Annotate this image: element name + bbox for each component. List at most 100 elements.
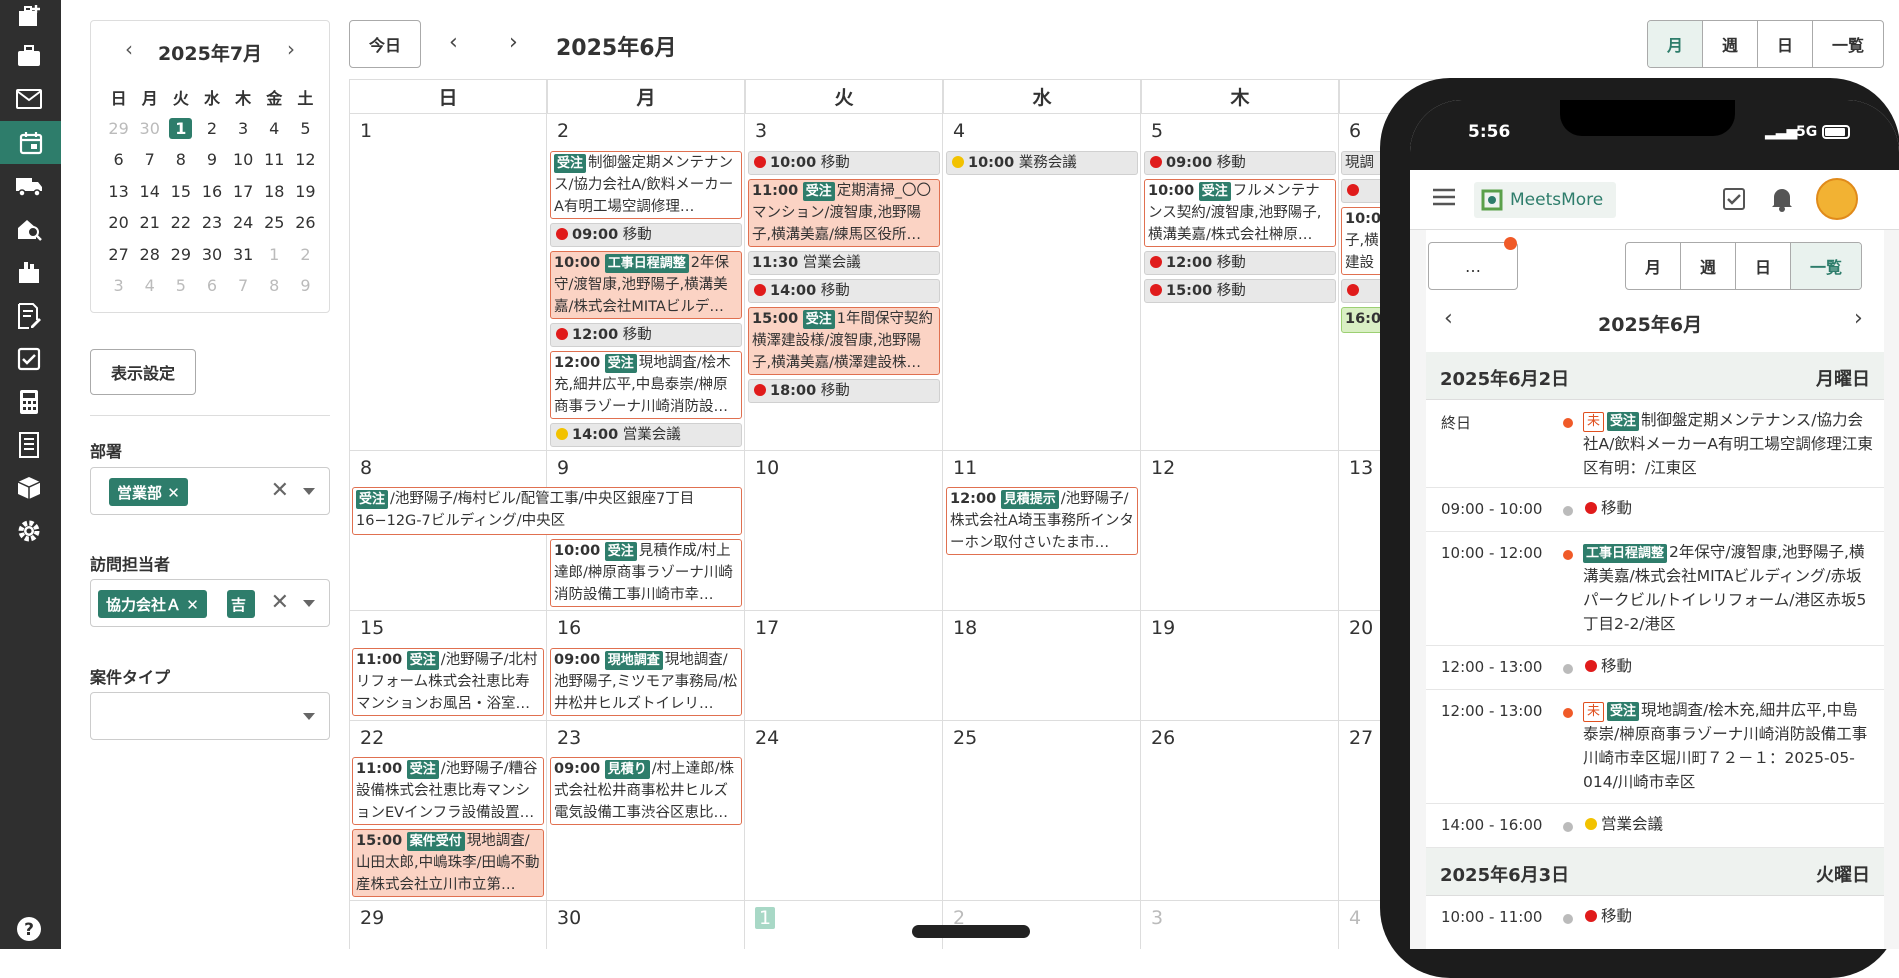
mini-day[interactable]: 18 (259, 176, 290, 208)
truck-icon[interactable] (13, 170, 45, 202)
invoice-icon[interactable] (13, 429, 45, 461)
mini-day[interactable]: 7 (134, 144, 165, 176)
mini-day[interactable]: 31 (228, 239, 259, 271)
day-cell[interactable]: 30 (547, 901, 745, 949)
calendar-event[interactable]: 11:30 営業会議 (748, 251, 940, 275)
phone-event-row[interactable]: 12:00 - 13:00 未受注 現地調査/桧木充,細井広平,中島泰崇/榊原商事ラ… (1426, 690, 1884, 804)
survey-search-icon[interactable] (13, 213, 45, 245)
mini-next-button[interactable]: › (287, 37, 295, 61)
mini-day[interactable]: 23 (196, 207, 227, 239)
calendar-event[interactable]: 12:00 移動 (1144, 251, 1336, 275)
calendar-event[interactable]: 11:00 受注 定期清掃_〇〇マンション/渡智康,池野陽子,横溝美嘉/練馬区役所… (748, 179, 940, 247)
avatar[interactable] (1816, 178, 1858, 220)
view-week-button[interactable]: 週 (1703, 21, 1758, 67)
mini-day[interactable]: 29 (103, 113, 134, 145)
day-cell[interactable]: 1 (745, 901, 943, 949)
package-icon[interactable] (13, 472, 45, 504)
calendar-event[interactable]: 12:00 見積提示/池野陽子/株式会社A埼玉事務所インターホン取付さいたま市… (946, 487, 1138, 555)
mini-day[interactable]: 22 (165, 207, 196, 239)
next-month-button[interactable]: › (509, 30, 518, 55)
mini-day[interactable]: 4 (259, 113, 290, 145)
mini-day[interactable]: 24 (228, 207, 259, 239)
phone-next-button[interactable]: › (1854, 306, 1863, 331)
visitor-chip[interactable]: 協力会社Ａ ✕ (98, 590, 207, 618)
gear-icon[interactable] (13, 515, 45, 547)
bell-icon[interactable] (1770, 186, 1794, 216)
phone-event-row[interactable]: 終日未受注 制御盤定期メンテナンス/協力会社A/飲料メーカーA有明工場空調修理江東… (1426, 400, 1884, 488)
mail-icon[interactable] (13, 83, 45, 115)
mini-day[interactable]: 7 (228, 270, 259, 302)
mini-day[interactable]: 2 (290, 239, 321, 271)
mini-day[interactable]: 13 (103, 176, 134, 208)
calendar-event[interactable]: 10:00 工事日程調整 2年保守/渡智康,池野陽子,横溝美嘉/株式会社MITAビ… (550, 251, 742, 319)
department-select[interactable]: 営業部 ✕ ✕ (90, 467, 330, 515)
day-cell[interactable]: 19 (1141, 611, 1339, 721)
today-button[interactable]: 今日 (349, 20, 421, 68)
phone-event-row[interactable]: 10:00 - 12:00 工事日程調整 2年保守/渡智康,池野陽子,横溝美嘉/株式… (1426, 532, 1884, 646)
day-cell[interactable]: 1 (349, 114, 547, 451)
chevron-down-icon[interactable] (303, 600, 315, 607)
mini-day[interactable]: 30 (134, 113, 165, 145)
mini-day[interactable]: 25 (259, 207, 290, 239)
hamburger-menu-icon[interactable] (1432, 188, 1456, 210)
mini-day[interactable]: 19 (290, 176, 321, 208)
mini-day[interactable]: 8 (165, 144, 196, 176)
mini-day[interactable]: 1 (259, 239, 290, 271)
clear-icon[interactable]: ✕ (271, 478, 289, 503)
mini-day[interactable]: 20 (103, 207, 134, 239)
department-chip[interactable]: 営業部 ✕ (109, 478, 188, 506)
mini-day[interactable]: 3 (103, 270, 134, 302)
calendar-event[interactable]: 15:00 受注 1年間保守契約横澤建設様/渡智康,池野陽子,横溝美嘉/横澤建設株… (748, 307, 940, 375)
phone-event-row[interactable]: 09:00 - 10:00 移動 (1426, 488, 1884, 532)
mini-day[interactable]: 5 (290, 113, 321, 145)
clear-icon[interactable]: ✕ (271, 590, 289, 615)
calendar-event[interactable]: 09:00 移動 (1144, 151, 1336, 175)
phone-more-button[interactable]: … (1428, 242, 1518, 290)
briefcase-icon[interactable] (13, 40, 45, 72)
calendar-event[interactable]: 11:00 受注/池野陽子/糟谷設備株式会社恵比寿マンションEVインフラ設備設置… (352, 757, 544, 825)
calendar-icon[interactable] (0, 121, 61, 164)
mini-day[interactable]: 14 (134, 176, 165, 208)
calendar-event[interactable]: 受注/池野陽子/梅村ビル/配管工事/中央区銀座7丁目16−12G-7ビルディング… (352, 487, 742, 535)
tool-icon[interactable] (13, 256, 45, 288)
task-check-icon[interactable] (1722, 187, 1746, 215)
day-cell[interactable]: 12 (1141, 451, 1339, 611)
phone-view-month[interactable]: 月 (1626, 243, 1681, 289)
mini-day[interactable]: 6 (196, 270, 227, 302)
mini-day[interactable]: 3 (228, 113, 259, 145)
calendar-event[interactable]: 12:00 受注 現地調査/桧木充,細井広平,中島泰崇/榊原商事ラゾーナ川崎消防設… (550, 351, 742, 419)
mini-day-today[interactable]: 1 (165, 113, 196, 145)
mini-day[interactable]: 6 (103, 144, 134, 176)
mini-day[interactable]: 30 (196, 239, 227, 271)
day-cell[interactable]: 18 (943, 611, 1141, 721)
phone-prev-button[interactable]: ‹ (1444, 306, 1453, 331)
calculator-icon[interactable] (13, 386, 45, 418)
edit-document-icon[interactable] (13, 300, 45, 332)
calendar-event[interactable]: 10:00 業務会議 (946, 151, 1138, 175)
calendar-event[interactable]: 15:00 移動 (1144, 279, 1336, 303)
mini-day[interactable]: 27 (103, 239, 134, 271)
mini-day[interactable]: 17 (228, 176, 259, 208)
mini-day[interactable]: 4 (134, 270, 165, 302)
day-cell[interactable]: 25 (943, 721, 1141, 901)
visitor-chip[interactable]: 吉 (227, 590, 255, 618)
day-cell[interactable]: 3 (1141, 901, 1339, 949)
view-day-button[interactable]: 日 (1758, 21, 1813, 67)
display-settings-button[interactable]: 表示設定 (90, 349, 196, 395)
scroll-handle[interactable] (912, 925, 1030, 938)
day-cell[interactable]: 26 (1141, 721, 1339, 901)
calendar-event[interactable]: 10:00 受注 フルメンテナンス契約/渡智康,池野陽子,横溝美嘉/株式会社榊原… (1144, 179, 1336, 247)
chevron-down-icon[interactable] (303, 713, 315, 720)
phone-view-list[interactable]: 一覧 (1791, 243, 1861, 289)
phone-view-week[interactable]: 週 (1681, 243, 1736, 289)
mini-day[interactable]: 16 (196, 176, 227, 208)
phone-event-row[interactable]: 14:00 - 16:00 営業会議 (1426, 804, 1884, 848)
calendar-event[interactable]: 受注 制御盤定期メンテナンス/協力会社A/飲料メーカーA有明工場空調修理… (550, 151, 742, 219)
mini-day[interactable]: 9 (196, 144, 227, 176)
calendar-event[interactable]: 15:00 案件受付 現地調査/山田太郎,中嶋珠李/田嶋不動産株式会社立川市立第… (352, 829, 544, 897)
day-cell[interactable]: 17 (745, 611, 943, 721)
new-case-icon[interactable] (13, 0, 45, 32)
calendar-event[interactable]: 10:00 移動 (748, 151, 940, 175)
mini-day[interactable]: 9 (290, 270, 321, 302)
calendar-event[interactable]: 18:00 移動 (748, 379, 940, 403)
